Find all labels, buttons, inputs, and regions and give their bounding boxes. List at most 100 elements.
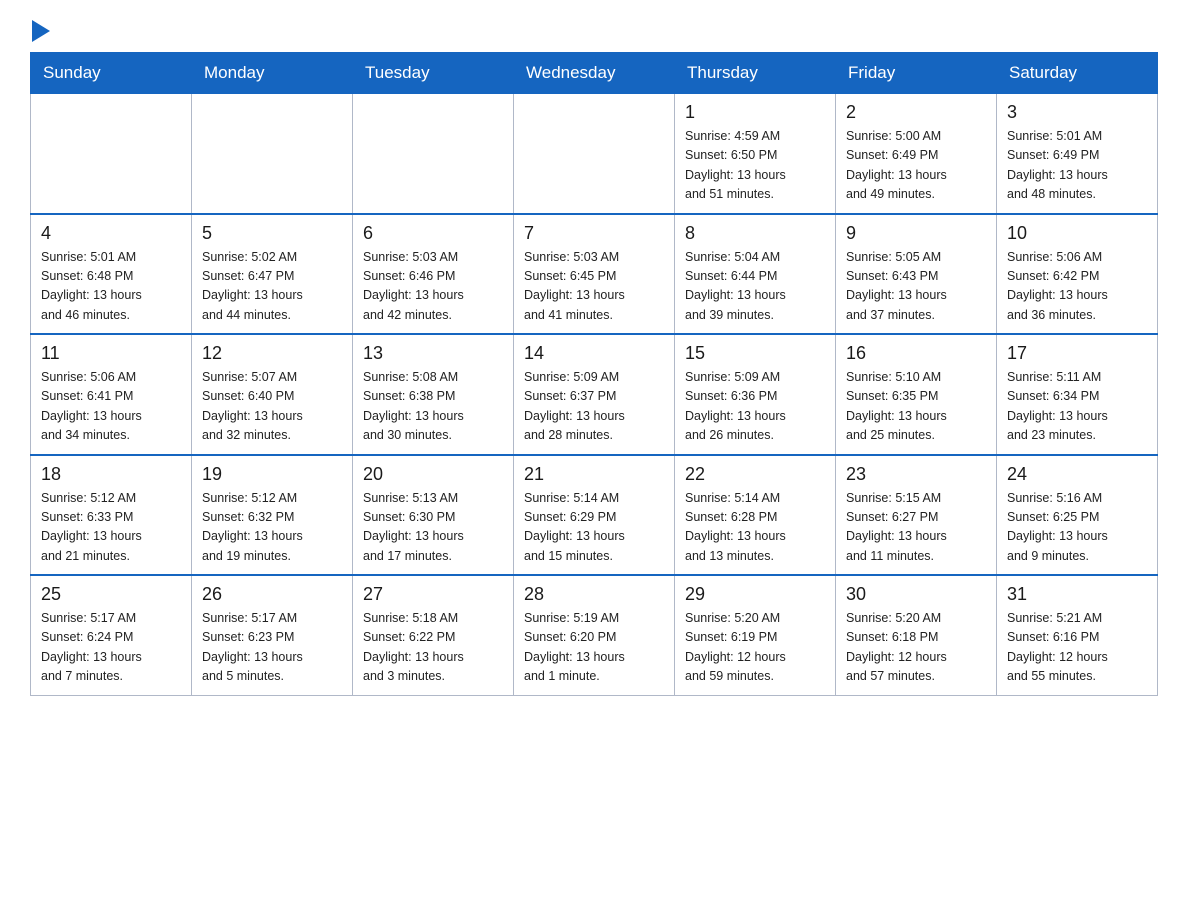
day-number: 17 bbox=[1007, 343, 1147, 364]
calendar-cell: 30Sunrise: 5:20 AMSunset: 6:18 PMDayligh… bbox=[836, 575, 997, 695]
calendar-cell: 12 Sunrise: 5:07 AMSunset: 6:40 PMDayligh… bbox=[192, 334, 353, 455]
day-info: Sunrise: 5:14 AMSunset: 6:28 PMDaylight:… bbox=[685, 489, 825, 567]
calendar-cell: 22 Sunrise: 5:14 AMSunset: 6:28 PMDayligh… bbox=[675, 455, 836, 576]
day-info: Sunrise: 5:20 AMSunset: 6:19 PMDaylight:… bbox=[685, 609, 825, 687]
day-number: 1 bbox=[685, 102, 825, 123]
day-number: 26 bbox=[202, 584, 342, 605]
day-number: 31 bbox=[1007, 584, 1147, 605]
day-info: Sunrise: 5:01 AMSunset: 6:48 PMDaylight:… bbox=[41, 248, 181, 326]
day-info: Sunrise: 5:05 AMSunset: 6:43 PMDaylight:… bbox=[846, 248, 986, 326]
calendar-cell bbox=[514, 94, 675, 214]
day-info: Sunrise: 5:00 AMSunset: 6:49 PMDaylight:… bbox=[846, 127, 986, 205]
calendar-cell: 13 Sunrise: 5:08 AMSunset: 6:38 PMDayligh… bbox=[353, 334, 514, 455]
calendar-day-header: Wednesday bbox=[514, 53, 675, 94]
calendar-cell: 19Sunrise: 5:12 AMSunset: 6:32 PMDayligh… bbox=[192, 455, 353, 576]
day-number: 8 bbox=[685, 223, 825, 244]
day-info: Sunrise: 5:13 AMSunset: 6:30 PMDaylight:… bbox=[363, 489, 503, 567]
day-info: Sunrise: 5:18 AMSunset: 6:22 PMDaylight:… bbox=[363, 609, 503, 687]
calendar-cell: 5 Sunrise: 5:02 AMSunset: 6:47 PMDaylight… bbox=[192, 214, 353, 335]
calendar-day-header: Saturday bbox=[997, 53, 1158, 94]
day-info: Sunrise: 5:11 AMSunset: 6:34 PMDaylight:… bbox=[1007, 368, 1147, 446]
calendar-cell: 28 Sunrise: 5:19 AMSunset: 6:20 PMDayligh… bbox=[514, 575, 675, 695]
calendar-cell: 21 Sunrise: 5:14 AMSunset: 6:29 PMDayligh… bbox=[514, 455, 675, 576]
day-info: Sunrise: 5:17 AMSunset: 6:24 PMDaylight:… bbox=[41, 609, 181, 687]
day-info: Sunrise: 5:06 AMSunset: 6:42 PMDaylight:… bbox=[1007, 248, 1147, 326]
day-info: Sunrise: 5:08 AMSunset: 6:38 PMDaylight:… bbox=[363, 368, 503, 446]
day-number: 2 bbox=[846, 102, 986, 123]
calendar-cell: 24Sunrise: 5:16 AMSunset: 6:25 PMDayligh… bbox=[997, 455, 1158, 576]
calendar-cell: 11 Sunrise: 5:06 AMSunset: 6:41 PMDayligh… bbox=[31, 334, 192, 455]
calendar-cell: 14 Sunrise: 5:09 AMSunset: 6:37 PMDayligh… bbox=[514, 334, 675, 455]
day-number: 10 bbox=[1007, 223, 1147, 244]
day-number: 21 bbox=[524, 464, 664, 485]
calendar-cell: 26Sunrise: 5:17 AMSunset: 6:23 PMDayligh… bbox=[192, 575, 353, 695]
calendar-cell: 7 Sunrise: 5:03 AMSunset: 6:45 PMDaylight… bbox=[514, 214, 675, 335]
day-info: Sunrise: 5:14 AMSunset: 6:29 PMDaylight:… bbox=[524, 489, 664, 567]
day-info: Sunrise: 5:09 AMSunset: 6:37 PMDaylight:… bbox=[524, 368, 664, 446]
day-number: 28 bbox=[524, 584, 664, 605]
logo bbox=[30, 20, 50, 42]
calendar-cell: 1 Sunrise: 4:59 AMSunset: 6:50 PMDaylight… bbox=[675, 94, 836, 214]
day-info: Sunrise: 5:01 AMSunset: 6:49 PMDaylight:… bbox=[1007, 127, 1147, 205]
calendar-cell: 15 Sunrise: 5:09 AMSunset: 6:36 PMDayligh… bbox=[675, 334, 836, 455]
day-info: Sunrise: 5:10 AMSunset: 6:35 PMDaylight:… bbox=[846, 368, 986, 446]
calendar-cell: 18Sunrise: 5:12 AMSunset: 6:33 PMDayligh… bbox=[31, 455, 192, 576]
calendar-cell: 3Sunrise: 5:01 AMSunset: 6:49 PMDaylight… bbox=[997, 94, 1158, 214]
day-number: 11 bbox=[41, 343, 181, 364]
day-info: Sunrise: 5:06 AMSunset: 6:41 PMDaylight:… bbox=[41, 368, 181, 446]
calendar-cell: 10 Sunrise: 5:06 AMSunset: 6:42 PMDayligh… bbox=[997, 214, 1158, 335]
calendar-cell bbox=[353, 94, 514, 214]
day-number: 23 bbox=[846, 464, 986, 485]
calendar-cell: 9Sunrise: 5:05 AMSunset: 6:43 PMDaylight… bbox=[836, 214, 997, 335]
day-info: Sunrise: 5:20 AMSunset: 6:18 PMDaylight:… bbox=[846, 609, 986, 687]
calendar-cell: 31 Sunrise: 5:21 AMSunset: 6:16 PMDayligh… bbox=[997, 575, 1158, 695]
day-info: Sunrise: 5:19 AMSunset: 6:20 PMDaylight:… bbox=[524, 609, 664, 687]
calendar-cell: 29 Sunrise: 5:20 AMSunset: 6:19 PMDayligh… bbox=[675, 575, 836, 695]
calendar-cell: 17 Sunrise: 5:11 AMSunset: 6:34 PMDayligh… bbox=[997, 334, 1158, 455]
day-info: Sunrise: 5:03 AMSunset: 6:46 PMDaylight:… bbox=[363, 248, 503, 326]
day-number: 7 bbox=[524, 223, 664, 244]
calendar-cell: 25 Sunrise: 5:17 AMSunset: 6:24 PMDayligh… bbox=[31, 575, 192, 695]
calendar-day-header: Friday bbox=[836, 53, 997, 94]
day-info: Sunrise: 5:02 AMSunset: 6:47 PMDaylight:… bbox=[202, 248, 342, 326]
day-number: 27 bbox=[363, 584, 503, 605]
calendar-week-row: 4 Sunrise: 5:01 AMSunset: 6:48 PMDaylight… bbox=[31, 214, 1158, 335]
day-info: Sunrise: 5:12 AMSunset: 6:33 PMDaylight:… bbox=[41, 489, 181, 567]
day-info: Sunrise: 5:03 AMSunset: 6:45 PMDaylight:… bbox=[524, 248, 664, 326]
logo-triangle-icon bbox=[32, 20, 50, 42]
calendar-day-header: Tuesday bbox=[353, 53, 514, 94]
day-info: Sunrise: 5:09 AMSunset: 6:36 PMDaylight:… bbox=[685, 368, 825, 446]
day-number: 25 bbox=[41, 584, 181, 605]
calendar-cell: 23 Sunrise: 5:15 AMSunset: 6:27 PMDayligh… bbox=[836, 455, 997, 576]
day-number: 5 bbox=[202, 223, 342, 244]
day-number: 14 bbox=[524, 343, 664, 364]
day-number: 4 bbox=[41, 223, 181, 244]
calendar-cell bbox=[31, 94, 192, 214]
page-header bbox=[30, 20, 1158, 42]
day-info: Sunrise: 5:21 AMSunset: 6:16 PMDaylight:… bbox=[1007, 609, 1147, 687]
day-info: Sunrise: 5:15 AMSunset: 6:27 PMDaylight:… bbox=[846, 489, 986, 567]
day-number: 16 bbox=[846, 343, 986, 364]
calendar-header-row: SundayMondayTuesdayWednesdayThursdayFrid… bbox=[31, 53, 1158, 94]
day-info: Sunrise: 5:04 AMSunset: 6:44 PMDaylight:… bbox=[685, 248, 825, 326]
calendar-cell: 16 Sunrise: 5:10 AMSunset: 6:35 PMDayligh… bbox=[836, 334, 997, 455]
calendar-cell: 4 Sunrise: 5:01 AMSunset: 6:48 PMDaylight… bbox=[31, 214, 192, 335]
calendar-day-header: Sunday bbox=[31, 53, 192, 94]
calendar-cell: 6 Sunrise: 5:03 AMSunset: 6:46 PMDaylight… bbox=[353, 214, 514, 335]
day-number: 12 bbox=[202, 343, 342, 364]
day-number: 6 bbox=[363, 223, 503, 244]
calendar-table: SundayMondayTuesdayWednesdayThursdayFrid… bbox=[30, 52, 1158, 696]
day-number: 13 bbox=[363, 343, 503, 364]
day-number: 20 bbox=[363, 464, 503, 485]
calendar-week-row: 1 Sunrise: 4:59 AMSunset: 6:50 PMDaylight… bbox=[31, 94, 1158, 214]
day-number: 19 bbox=[202, 464, 342, 485]
day-info: Sunrise: 5:07 AMSunset: 6:40 PMDaylight:… bbox=[202, 368, 342, 446]
day-number: 15 bbox=[685, 343, 825, 364]
day-number: 29 bbox=[685, 584, 825, 605]
calendar-cell: 2 Sunrise: 5:00 AMSunset: 6:49 PMDaylight… bbox=[836, 94, 997, 214]
calendar-cell: 27 Sunrise: 5:18 AMSunset: 6:22 PMDayligh… bbox=[353, 575, 514, 695]
calendar-cell: 20 Sunrise: 5:13 AMSunset: 6:30 PMDayligh… bbox=[353, 455, 514, 576]
calendar-day-header: Thursday bbox=[675, 53, 836, 94]
day-number: 22 bbox=[685, 464, 825, 485]
day-info: Sunrise: 4:59 AMSunset: 6:50 PMDaylight:… bbox=[685, 127, 825, 205]
